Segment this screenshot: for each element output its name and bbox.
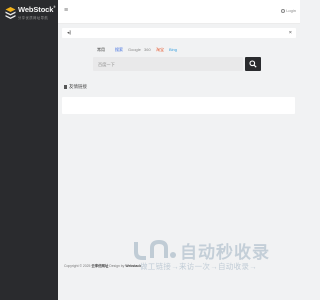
volume-icon: ◂) xyxy=(67,30,72,36)
footer-site-link[interactable]: 云享优网址 xyxy=(91,264,108,268)
footer-design-prefix: Design by xyxy=(108,264,126,268)
search-tab-taobao[interactable]: 淘宝 xyxy=(156,47,164,53)
watermark-title: 自动秒收录 xyxy=(180,243,270,262)
watermark-subtitle: 做工链接→来访一次→自动收录→ xyxy=(140,262,257,271)
sidebar: WebStock® 分享优质网址导航 xyxy=(0,0,58,300)
footer-copyright: Copyright © 2025 xyxy=(64,264,92,268)
search-tab-360[interactable]: 360 xyxy=(144,47,151,52)
brand-name: WebStock® xyxy=(18,5,56,14)
section-title-text: 友情链接 xyxy=(69,84,87,89)
search-input[interactable] xyxy=(93,57,243,71)
search-tab-bing[interactable]: Bing xyxy=(169,47,177,52)
footer-designer-link[interactable]: Webstack xyxy=(125,264,141,268)
login-label: Login xyxy=(286,8,296,13)
notice-bar: ◂) × xyxy=(62,28,296,38)
tag-icon xyxy=(64,84,67,89)
search-box xyxy=(93,57,243,71)
friend-links-card xyxy=(62,97,295,114)
user-icon xyxy=(281,8,286,13)
section-title: 友情链接 xyxy=(64,84,87,90)
watermark-logo-icon xyxy=(134,239,176,260)
hamburger-icon[interactable]: ≡ xyxy=(64,7,68,15)
close-icon[interactable]: × xyxy=(289,30,292,36)
brand-tagline: 分享优质网址导航 xyxy=(18,16,49,20)
login-link[interactable]: Login xyxy=(281,8,296,13)
footer: Copyright © 2025 云享优网址 Design by Webstac… xyxy=(64,263,141,268)
search-tab-common[interactable]: 常用 xyxy=(97,47,105,53)
watermark: 自动秒收录 做工链接→来访一次→自动收录→ xyxy=(130,238,280,274)
search-icon xyxy=(249,60,257,68)
site-logo[interactable]: WebStock® 分享优质网址导航 xyxy=(5,5,57,23)
search-tab-search[interactable]: 搜索 xyxy=(115,47,123,53)
search-tab-google[interactable]: Google xyxy=(128,47,141,52)
search-button[interactable] xyxy=(245,57,261,71)
top-bar: ≡ Login xyxy=(58,0,300,24)
search-tabs: 常用 搜索 Google 360 淘宝 Bing xyxy=(97,47,217,55)
stack-logo-icon xyxy=(5,7,16,19)
